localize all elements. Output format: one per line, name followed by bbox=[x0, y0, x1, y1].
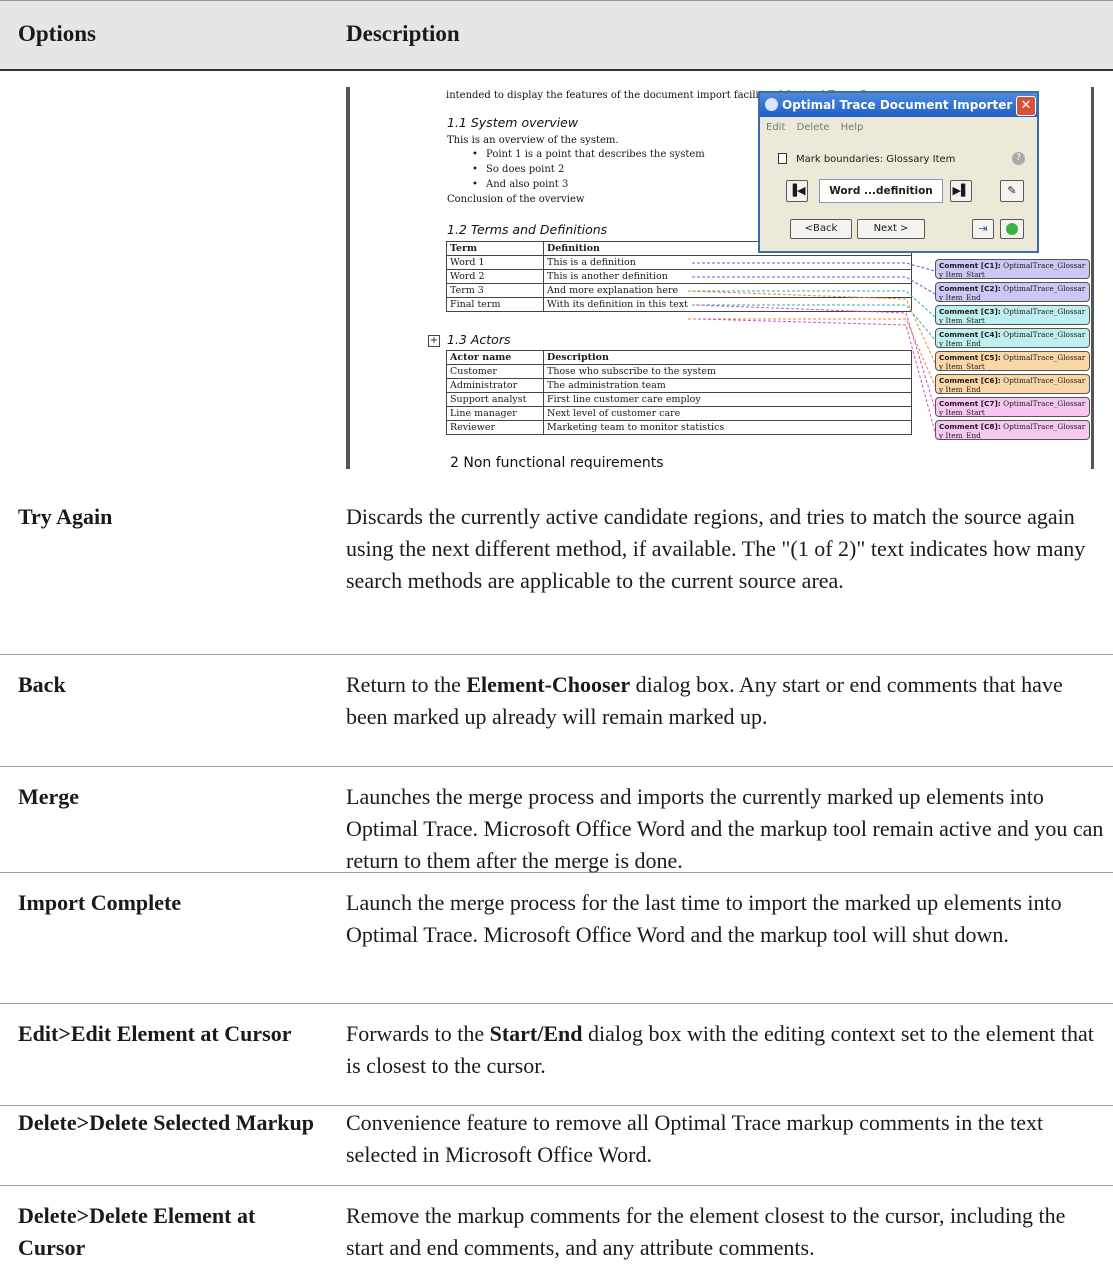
option-row-back: Back Return to the Element-Chooser dialo… bbox=[0, 655, 1113, 767]
close-icon[interactable]: ✕ bbox=[1016, 96, 1036, 116]
option-label: Back bbox=[18, 672, 66, 697]
option-label: Delete>Delete Selected Markup bbox=[18, 1110, 314, 1135]
word-document-screenshot: intended to display the features of the … bbox=[346, 73, 1096, 469]
options-column-header: Options bbox=[18, 21, 96, 46]
dialog-title: Optimal Trace Document Importer bbox=[782, 98, 1013, 112]
comment-balloon[interactable]: Comment [C8]: OptimalTrace_Glossary Item… bbox=[935, 420, 1090, 440]
desc-text: Return to the bbox=[346, 672, 467, 697]
comment-balloon[interactable]: Comment [C5]: OptimalTrace_Glossary Item… bbox=[935, 351, 1090, 371]
option-row-merge: Merge Launches the merge process and imp… bbox=[0, 767, 1113, 873]
last-element-button[interactable]: ▶▌ bbox=[950, 180, 972, 202]
comment-text: y Item_Start bbox=[939, 270, 985, 279]
document-icon bbox=[778, 153, 787, 164]
back-button[interactable]: <Back bbox=[790, 219, 852, 239]
dialog-menubar: Edit Delete Help bbox=[766, 122, 871, 133]
comment-text: y Item_Start bbox=[939, 316, 985, 325]
description-column-header: Description bbox=[346, 21, 460, 46]
option-label: Import Complete bbox=[18, 890, 182, 915]
option-description: Discards the currently active candidate … bbox=[346, 504, 1086, 593]
comment-text: OptimalTrace_Glossar bbox=[1000, 330, 1086, 339]
comment-text: y Item_End bbox=[939, 385, 981, 394]
comment-label: Comment [C2]: bbox=[939, 284, 1001, 293]
comment-label: Comment [C5]: bbox=[939, 353, 1001, 362]
option-row-delete-element: Delete>Delete Element at Cursor Remove t… bbox=[0, 1186, 1113, 1284]
first-element-button[interactable]: ▐◀ bbox=[786, 180, 808, 202]
import-complete-button[interactable] bbox=[1000, 219, 1024, 239]
wand-tool-icon[interactable]: ✎ bbox=[1000, 180, 1024, 202]
table-header: Options Description bbox=[0, 0, 1113, 71]
comment-balloon[interactable]: Comment [C7]: OptimalTrace_Glossary Item… bbox=[935, 397, 1090, 417]
dialog-titlebar[interactable]: Optimal Trace Document Importer ✕ bbox=[760, 93, 1037, 117]
comment-text: OptimalTrace_Glossar bbox=[1000, 422, 1086, 431]
comment-balloon[interactable]: Comment [C6]: OptimalTrace_Glossary Item… bbox=[935, 374, 1090, 394]
option-row-import-complete: Import Complete Launch the merge process… bbox=[0, 873, 1113, 1004]
option-description: Launches the merge process and imports t… bbox=[346, 784, 1104, 873]
comment-text: OptimalTrace_Glossar bbox=[1000, 353, 1086, 362]
option-description: Return to the Element-Chooser dialog box… bbox=[346, 669, 1106, 733]
comment-text: y Item_Start bbox=[939, 408, 985, 417]
option-row-edit-element: Edit>Edit Element at Cursor Forwards to … bbox=[0, 1004, 1113, 1106]
comment-label: Comment [C8]: bbox=[939, 422, 1001, 431]
option-label: Delete>Delete Element at Cursor bbox=[18, 1203, 256, 1260]
merge-icon[interactable]: ⇥ bbox=[972, 219, 994, 239]
menu-delete[interactable]: Delete bbox=[797, 122, 830, 133]
comment-label: Comment [C7]: bbox=[939, 399, 1001, 408]
document-importer-dialog: Optimal Trace Document Importer ✕ Edit D… bbox=[758, 91, 1039, 253]
comment-text: y Item_End bbox=[939, 293, 981, 302]
option-description: Forwards to the Start/End dialog box wit… bbox=[346, 1018, 1106, 1082]
comment-balloon[interactable]: Comment [C4]: OptimalTrace_Glossary Item… bbox=[935, 328, 1090, 348]
mark-boundaries-label: Mark boundaries: Glossary Item bbox=[796, 154, 956, 165]
comment-text: OptimalTrace_Glossar bbox=[1000, 284, 1086, 293]
desc-bold: Element-Chooser bbox=[466, 672, 631, 697]
comment-balloon[interactable]: Comment [C2]: OptimalTrace_Glossary Item… bbox=[935, 282, 1090, 302]
option-label: Try Again bbox=[18, 504, 113, 529]
comment-label: Comment [C3]: bbox=[939, 307, 1001, 316]
option-row-try-again: Try Again Discards the currently active … bbox=[0, 469, 1113, 655]
option-label: Edit>Edit Element at Cursor bbox=[18, 1021, 292, 1046]
comment-balloon[interactable]: Comment [C3]: OptimalTrace_Glossary Item… bbox=[935, 305, 1090, 325]
option-description: Launch the merge process for the last ti… bbox=[346, 890, 1062, 947]
menu-edit[interactable]: Edit bbox=[766, 122, 785, 133]
comment-balloon[interactable]: Comment [C1]: OptimalTrace_Glossary Item… bbox=[935, 259, 1090, 279]
comment-text: y Item_Start bbox=[939, 362, 985, 371]
comment-text: OptimalTrace_Glossar bbox=[1000, 399, 1086, 408]
option-label: Merge bbox=[18, 784, 80, 809]
comment-label: Comment [C1]: bbox=[939, 261, 1001, 270]
option-row-delete-selected: Delete>Delete Selected Markup Convenienc… bbox=[0, 1106, 1113, 1186]
comment-text: y Item_End bbox=[939, 431, 981, 440]
comment-label: Comment [C4]: bbox=[939, 330, 1001, 339]
option-description: Convenience feature to remove all Optima… bbox=[346, 1110, 1044, 1167]
comment-text: OptimalTrace_Glossar bbox=[1000, 376, 1086, 385]
menu-help[interactable]: Help bbox=[841, 122, 864, 133]
desc-bold: Start/End bbox=[489, 1021, 583, 1046]
desc-text: Forwards to the bbox=[346, 1021, 490, 1046]
option-description: Remove the markup comments for the eleme… bbox=[346, 1203, 1066, 1260]
comment-text: y Item_End bbox=[939, 339, 981, 348]
next-button[interactable]: Next > bbox=[857, 219, 925, 239]
comment-label: Comment [C6]: bbox=[939, 376, 1001, 385]
app-logo-icon bbox=[765, 98, 778, 111]
help-icon[interactable]: ? bbox=[1012, 152, 1025, 165]
element-nav-field[interactable]: Word ...definition bbox=[819, 179, 943, 203]
comment-text: OptimalTrace_Glossar bbox=[1000, 261, 1086, 270]
check-icon bbox=[1006, 223, 1018, 235]
comment-text: OptimalTrace_Glossar bbox=[1000, 307, 1086, 316]
